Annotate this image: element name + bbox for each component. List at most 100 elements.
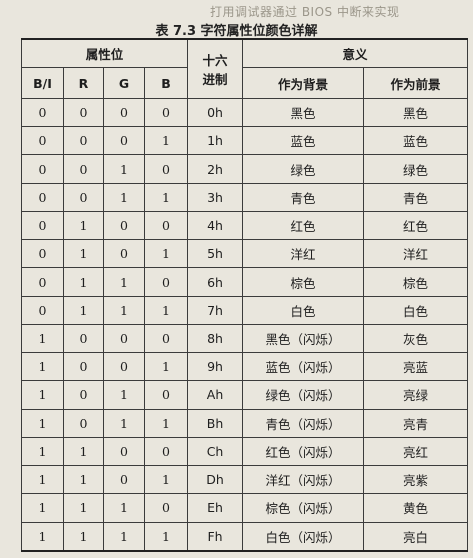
hex-cell: 7h: [187, 295, 244, 325]
bit-b-cell: 0: [143, 380, 189, 410]
hex-header-line1: 十六: [202, 53, 228, 68]
attr-bits-header: 属性位: [20, 38, 189, 68]
background-meaning-cell: 白色: [242, 295, 365, 325]
bit-r-header: R: [63, 67, 104, 99]
bit-g-cell: 0: [103, 465, 145, 495]
bit-b-cell: 0: [143, 493, 189, 523]
bit-b-header: B: [143, 67, 189, 99]
bit-r-cell: 0: [63, 408, 104, 438]
bit-bi-cell: 1: [21, 380, 64, 410]
table-row: 0 1 1 0 6h 棕色 棕色: [21, 267, 469, 297]
bit-b-cell: 1: [143, 521, 189, 552]
bit-bi-cell: 0: [21, 210, 64, 241]
bit-bi-cell: 1: [21, 323, 64, 354]
hex-header: 十六 进制: [187, 38, 244, 99]
hex-cell: 2h: [187, 154, 244, 184]
foreground-meaning-cell: 白色: [363, 295, 469, 325]
foreground-meaning-cell: 蓝色: [363, 126, 469, 156]
table-row: 0 0 1 1 3h 青色 青色: [21, 182, 469, 212]
bit-g-cell: 0: [103, 352, 145, 382]
background-meaning-cell: 红色（闪烁）: [242, 436, 365, 467]
hex-cell: Ch: [187, 436, 244, 467]
table-row: 0 1 0 1 5h 洋红 洋红: [21, 239, 469, 269]
bit-b-cell: 0: [143, 97, 189, 128]
bleed-through-text: 打用调试器通过 BIOS 中断来实现: [210, 5, 400, 19]
bit-r-cell: 0: [63, 323, 104, 354]
table-row: 1 0 1 0 Ah 绿色（闪烁） 亮绿: [21, 380, 469, 410]
meaning-header: 意义: [242, 38, 469, 68]
bit-r-cell: 1: [63, 210, 104, 241]
foreground-meaning-cell: 黄色: [363, 493, 469, 523]
bit-bi-cell: 1: [21, 521, 64, 552]
header-row-bottom: B/I R G B 作为背景 作为前景: [21, 67, 469, 99]
bit-bi-cell: 1: [21, 408, 64, 438]
hex-cell: Ah: [187, 380, 244, 410]
background-meaning-cell: 青色: [242, 182, 365, 212]
table-body: 0 0 0 0 0h 黑色 黑色 0 0 0 1 1h 蓝色 蓝色 0 0 1 0 2h 绿色 绿色 0 0 1 1 3h 青色 青色…: [21, 97, 469, 552]
bit-g-cell: 0: [103, 126, 145, 156]
hex-cell: Fh: [187, 521, 244, 552]
bit-bi-cell: 0: [21, 182, 64, 212]
bit-bi-cell: 0: [21, 267, 64, 297]
table-row: 0 0 1 0 2h 绿色 绿色: [21, 154, 469, 184]
bit-b-cell: 0: [143, 210, 189, 241]
bit-g-cell: 1: [103, 267, 145, 297]
table-row: 1 1 0 1 Dh 洋红（闪烁） 亮紫: [21, 465, 469, 495]
hex-header-line2: 进制: [202, 72, 228, 87]
hex-cell: 5h: [187, 239, 244, 269]
background-meaning-cell: 黑色: [242, 97, 365, 128]
background-meaning-cell: 蓝色: [242, 126, 365, 156]
hex-cell: Dh: [187, 465, 244, 495]
bit-b-cell: 1: [143, 465, 189, 495]
bit-r-cell: 1: [63, 436, 104, 467]
header-row-top: 属性位 十六 进制 意义: [20, 38, 469, 99]
hex-cell: 9h: [187, 352, 244, 382]
bit-g-cell: 0: [103, 323, 145, 354]
hex-cell: 1h: [187, 126, 244, 156]
bit-r-cell: 0: [63, 380, 104, 410]
bit-r-cell: 1: [63, 521, 104, 552]
hex-cell: 3h: [187, 182, 244, 212]
bit-g-cell: 1: [103, 521, 145, 552]
bit-g-cell: 1: [103, 380, 145, 410]
background-meaning-cell: 青色（闪烁）: [242, 408, 365, 438]
foreground-meaning-cell: 红色: [363, 210, 469, 241]
bit-g-header: G: [103, 67, 145, 99]
bit-g-cell: 0: [103, 97, 145, 128]
bit-b-cell: 1: [143, 408, 189, 438]
bit-bi-cell: 1: [21, 465, 64, 495]
bit-b-cell: 1: [143, 352, 189, 382]
bit-r-cell: 1: [63, 493, 104, 523]
table-row: 0 0 0 0 0h 黑色 黑色: [21, 97, 469, 128]
bit-bi-cell: 1: [21, 493, 64, 523]
hex-cell: 8h: [187, 323, 244, 354]
bit-r-cell: 0: [63, 182, 104, 212]
color-attribute-table: 属性位 十六 进制 意义 B/I R G B 作为背景 作为前景 0 0 0 0 0h 黑…: [20, 38, 469, 552]
background-meaning-cell: 洋红（闪烁）: [242, 465, 365, 495]
background-meaning-cell: 蓝色（闪烁）: [242, 352, 365, 382]
hex-cell: 0h: [187, 97, 244, 128]
bit-g-cell: 1: [103, 154, 145, 184]
hex-cell: 4h: [187, 210, 244, 241]
foreground-meaning-cell: 亮绿: [363, 380, 469, 410]
table-row: 0 0 0 1 1h 蓝色 蓝色: [21, 126, 469, 156]
bit-b-cell: 1: [143, 295, 189, 325]
foreground-meaning-cell: 棕色: [363, 267, 469, 297]
bit-r-cell: 1: [63, 239, 104, 269]
bit-b-cell: 1: [143, 126, 189, 156]
bit-b-cell: 0: [143, 267, 189, 297]
bit-g-cell: 1: [103, 408, 145, 438]
as-background-header: 作为背景: [242, 67, 365, 99]
background-meaning-cell: 棕色（闪烁）: [242, 493, 365, 523]
bit-r-cell: 1: [63, 465, 104, 495]
bit-bi-cell: 0: [21, 239, 64, 269]
foreground-meaning-cell: 亮白: [363, 521, 469, 552]
bit-r-cell: 1: [63, 295, 104, 325]
foreground-meaning-cell: 灰色: [363, 323, 469, 354]
bit-b-cell: 0: [143, 323, 189, 354]
background-meaning-cell: 绿色（闪烁）: [242, 380, 365, 410]
background-meaning-cell: 绿色: [242, 154, 365, 184]
table-row: 1 1 1 1 Fh 白色（闪烁） 亮白: [21, 521, 469, 552]
bit-bi-cell: 1: [21, 436, 64, 467]
foreground-meaning-cell: 绿色: [363, 154, 469, 184]
